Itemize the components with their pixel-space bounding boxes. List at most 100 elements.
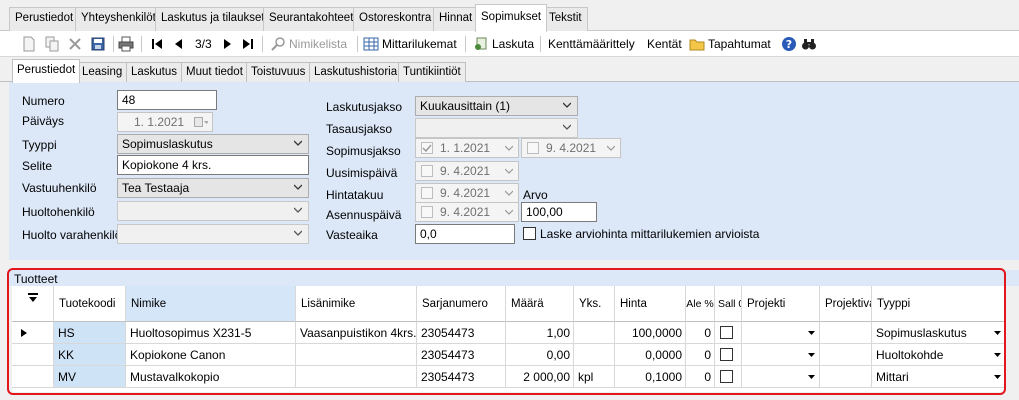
- sall-checkbox[interactable]: [720, 348, 733, 361]
- cell-lisanimike[interactable]: Vaasanpuistikon 4krs.: [296, 322, 417, 344]
- new-record-button[interactable]: [21, 34, 37, 54]
- cell-tyyppi[interactable]: Mittari: [872, 366, 1006, 388]
- col-hinta[interactable]: Hinta: [615, 286, 686, 322]
- laskuta-button[interactable]: Laskuta: [473, 34, 534, 54]
- huolto-varahenkilo-select[interactable]: [117, 224, 309, 244]
- grid-scrollbar[interactable]: [1006, 286, 1019, 392]
- tasausjakso-select[interactable]: [415, 118, 578, 138]
- table-row[interactable]: KK Kopiokone Canon 23054473 0,00 0,0000 …: [12, 344, 1019, 366]
- first-record-button[interactable]: [149, 34, 165, 54]
- col-projekti[interactable]: Projekti: [742, 286, 820, 322]
- tab-toistuvuus[interactable]: Toistuvuus: [246, 62, 311, 82]
- cell-nimike[interactable]: Huoltosopimus X231-5: [126, 322, 296, 344]
- cell-maara[interactable]: 0,00: [506, 344, 574, 366]
- table-row[interactable]: MV Mustavalkokopio 23054473 2 000,00 kpl…: [12, 366, 1019, 388]
- sall-checkbox[interactable]: [720, 326, 733, 339]
- tab-laskutushistoria[interactable]: Laskutushistoria: [309, 62, 403, 82]
- cell-ale[interactable]: 0: [686, 344, 715, 366]
- vasteaika-field[interactable]: 0,0: [415, 224, 515, 244]
- nimikelista-button[interactable]: Nimikelista: [270, 34, 347, 54]
- asennuspaiva-date[interactable]: 9. 4.2021: [415, 202, 519, 222]
- col-tyyppi[interactable]: Tyyppi: [872, 286, 1006, 322]
- sopimusjakso-start-date[interactable]: 1. 1.2021: [415, 138, 519, 158]
- copy-record-button[interactable]: [44, 34, 60, 54]
- tab-ostoreskontra[interactable]: Ostoreskontra: [353, 7, 438, 31]
- cell-maara[interactable]: 1,00: [506, 322, 574, 344]
- table-row[interactable]: HS Huoltosopimus X231-5 Vaasanpuistikon …: [12, 322, 1019, 344]
- cell-projekti[interactable]: [742, 322, 820, 344]
- kenttamaarittely-button[interactable]: Kenttämäärittely: [548, 34, 635, 54]
- cell-sarjanumero[interactable]: 23054473: [417, 344, 506, 366]
- cell-projekti[interactable]: [742, 366, 820, 388]
- previous-record-button[interactable]: [171, 34, 187, 54]
- cell-lisanimike[interactable]: [296, 344, 417, 366]
- vastuuhenkilo-select[interactable]: Tea Testaaja: [117, 178, 309, 198]
- tab-laskutus[interactable]: Laskutus: [126, 62, 183, 82]
- sopimusjakso-end-checkbox[interactable]: [527, 142, 539, 154]
- tab-perustiedot-inner[interactable]: Perustiedot: [12, 59, 81, 83]
- hintatakuu-date[interactable]: 9. 4.2021: [415, 183, 519, 203]
- tyyppi-select[interactable]: Sopimuslaskutus: [117, 134, 309, 154]
- col-yks[interactable]: Yks.: [574, 286, 615, 322]
- tab-yhteyshenkilot[interactable]: Yhteyshenkilöt: [75, 7, 162, 31]
- cell-tuotekoodi[interactable]: KK: [54, 344, 126, 366]
- cell-projektiva[interactable]: [820, 366, 872, 388]
- cell-projektiva[interactable]: [820, 344, 872, 366]
- tab-laskutus-ja-tilaukset[interactable]: Laskutus ja tilaukset: [155, 7, 271, 31]
- find-button[interactable]: [801, 34, 817, 54]
- numero-field[interactable]: 48: [117, 90, 217, 110]
- cell-maara[interactable]: 2 000,00: [506, 366, 574, 388]
- tab-hinnat[interactable]: Hinnat: [433, 7, 479, 31]
- col-sall[interactable]: Sall 0%.: [715, 286, 742, 322]
- uusimispaiva-checkbox[interactable]: [421, 165, 433, 177]
- cell-nimike[interactable]: Mustavalkokopio: [126, 366, 296, 388]
- cell-tyyppi[interactable]: Huoltokohde: [872, 344, 1006, 366]
- tab-seurantakohteet[interactable]: Seurantakohteet: [263, 7, 360, 31]
- cell-yks[interactable]: [574, 322, 615, 344]
- tab-tekstit[interactable]: Tekstit: [543, 7, 588, 31]
- hintatakuu-checkbox[interactable]: [421, 187, 433, 199]
- sall-checkbox[interactable]: [720, 370, 733, 383]
- cell-hinta[interactable]: 0,1000: [615, 366, 686, 388]
- cell-yks[interactable]: kpl: [574, 366, 615, 388]
- tapahtumat-button[interactable]: Tapahtumat: [689, 34, 771, 54]
- delete-record-button[interactable]: [67, 34, 83, 54]
- column-chooser[interactable]: [12, 286, 54, 322]
- cell-tyyppi[interactable]: Sopimuslaskutus: [872, 322, 1006, 344]
- paivays-field[interactable]: 1. 1.2021: [117, 112, 213, 132]
- cell-hinta[interactable]: 0,0000: [615, 344, 686, 366]
- col-maara[interactable]: Määrä: [506, 286, 574, 322]
- tab-sopimukset[interactable]: Sopimukset: [475, 4, 548, 32]
- col-tuotekoodi[interactable]: Tuotekoodi: [54, 286, 126, 322]
- col-projektiva[interactable]: Projektiva: [820, 286, 872, 322]
- last-record-button[interactable]: [240, 34, 256, 54]
- tab-muut-tiedot[interactable]: Muut tiedot: [181, 62, 248, 82]
- laske-arviohinta-checkbox[interactable]: [523, 227, 536, 240]
- sopimusjakso-start-checkbox[interactable]: [421, 142, 433, 154]
- cell-nimike[interactable]: Kopiokone Canon: [126, 344, 296, 366]
- tab-tuntikiintiot[interactable]: Tuntikiintiöt: [398, 62, 466, 82]
- col-lisanimike[interactable]: Lisänimike: [296, 286, 417, 322]
- mittarilukemat-button[interactable]: Mittarilukemat: [363, 34, 457, 54]
- cell-ale[interactable]: 0: [686, 366, 715, 388]
- tab-perustiedot[interactable]: Perustiedot: [9, 7, 80, 31]
- cell-ale[interactable]: 0: [686, 322, 715, 344]
- arvo-field[interactable]: 100,00: [521, 202, 597, 222]
- tab-leasing[interactable]: Leasing: [77, 62, 128, 82]
- selite-field[interactable]: Kopiokone 4 krs.: [117, 155, 309, 175]
- col-sarjanumero[interactable]: Sarjanumero: [417, 286, 506, 322]
- cell-sarjanumero[interactable]: 23054473: [417, 322, 506, 344]
- cell-yks[interactable]: [574, 344, 615, 366]
- next-record-button[interactable]: [219, 34, 235, 54]
- print-button[interactable]: [118, 34, 134, 54]
- cell-lisanimike[interactable]: [296, 366, 417, 388]
- cell-tuotekoodi[interactable]: HS: [54, 322, 126, 344]
- cell-tuotekoodi[interactable]: MV: [54, 366, 126, 388]
- save-record-button[interactable]: [90, 34, 106, 54]
- col-ale[interactable]: Ale %: [686, 286, 715, 322]
- kentat-button[interactable]: Kentät: [647, 34, 682, 54]
- huoltohenkilo-select[interactable]: [117, 201, 309, 221]
- cell-sarjanumero[interactable]: 23054473: [417, 366, 506, 388]
- help-button[interactable]: ?: [781, 34, 797, 54]
- asennuspaiva-checkbox[interactable]: [421, 206, 433, 218]
